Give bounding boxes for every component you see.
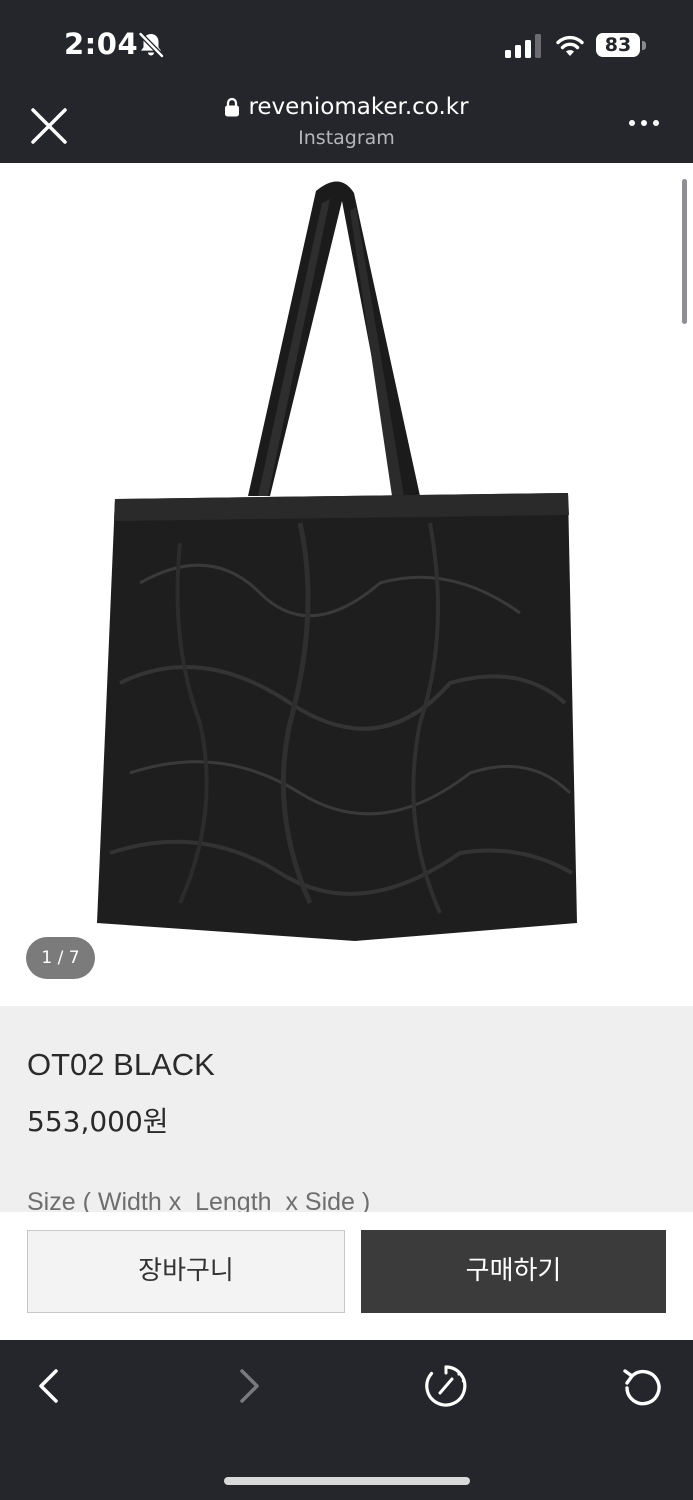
more-icon[interactable]	[622, 111, 666, 135]
product-price: 553,000원	[27, 1105, 169, 1138]
home-indicator[interactable]	[224, 1477, 470, 1485]
battery-tip	[642, 41, 646, 50]
image-pager-badge: 1 / 7	[26, 937, 95, 979]
url-line: reveniomaker.co.kr	[224, 94, 469, 120]
browser-header: reveniomaker.co.kr Instagram	[0, 86, 693, 163]
forward-icon[interactable]	[224, 1362, 272, 1410]
lock-icon	[225, 97, 240, 117]
battery-level: 83	[596, 33, 640, 57]
page-content: 1 / 7 OT02 BLACK 553,000원 Size ( Width x…	[0, 163, 693, 1213]
url-domain: reveniomaker.co.kr	[248, 94, 469, 120]
status-time: 2:04	[64, 27, 139, 61]
page-scrollbar[interactable]	[682, 179, 687, 324]
product-name: OT02 BLACK	[27, 1047, 215, 1082]
url-source: Instagram	[298, 127, 395, 149]
reload-icon[interactable]	[619, 1362, 667, 1410]
status-bar: 2:04 83	[0, 0, 693, 86]
product-image[interactable]: 1 / 7	[0, 163, 693, 1006]
close-icon[interactable]	[26, 103, 72, 149]
size-label: Size ( Width x Length x Side )	[27, 1188, 371, 1213]
battery-icon: 83	[596, 33, 648, 59]
address-bar[interactable]: reveniomaker.co.kr Instagram	[170, 94, 523, 149]
bell-off-icon	[138, 32, 164, 58]
browser-toolbar	[0, 1340, 693, 1500]
screen: 2:04 83 reveniomaker.co.kr Instagram 1 /…	[0, 0, 693, 1500]
tote-bag-image	[97, 181, 577, 941]
wifi-icon	[556, 35, 584, 56]
purchase-bar: 장바구니 구매하기	[0, 1212, 693, 1340]
back-icon[interactable]	[26, 1362, 74, 1410]
product-info-panel: OT02 BLACK 553,000원 Size ( Width x Lengt…	[0, 1006, 693, 1213]
add-to-cart-button[interactable]: 장바구니	[27, 1230, 345, 1313]
cellular-signal-icon	[505, 34, 541, 58]
compass-icon[interactable]	[422, 1362, 470, 1410]
buy-now-button[interactable]: 구매하기	[361, 1230, 666, 1313]
